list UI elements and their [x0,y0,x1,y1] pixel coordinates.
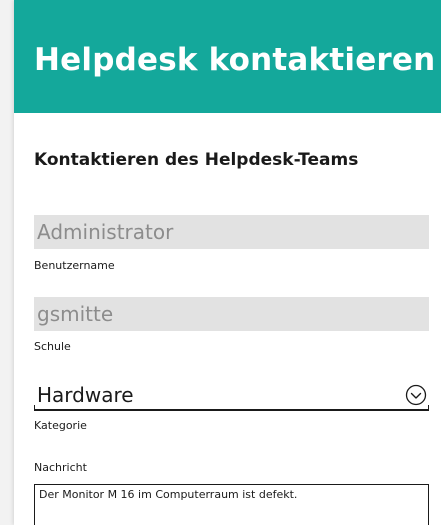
username-field[interactable] [34,215,429,249]
message-label: Nachricht [34,461,87,474]
select-underline [34,409,429,411]
helpdesk-dialog: Helpdesk kontaktieren Kontaktieren des H… [14,0,441,525]
select-underline-right-tick [428,405,429,411]
chevron-down-icon[interactable] [405,384,427,406]
username-label: Benutzername [34,259,115,272]
dialog-header: Helpdesk kontaktieren [14,0,441,113]
category-label: Kategorie [34,419,87,432]
category-select[interactable]: Hardware [34,377,429,411]
school-field[interactable] [34,297,429,331]
message-textarea[interactable]: Der Monitor M 16 im Computerraum ist def… [34,484,429,525]
dialog-title: Helpdesk kontaktieren [34,42,436,78]
form-title: Kontaktieren des Helpdesk-Teams [34,150,359,170]
select-underline-left-tick [34,405,35,411]
category-selected-value: Hardware [37,383,134,407]
school-label: Schule [34,340,71,353]
